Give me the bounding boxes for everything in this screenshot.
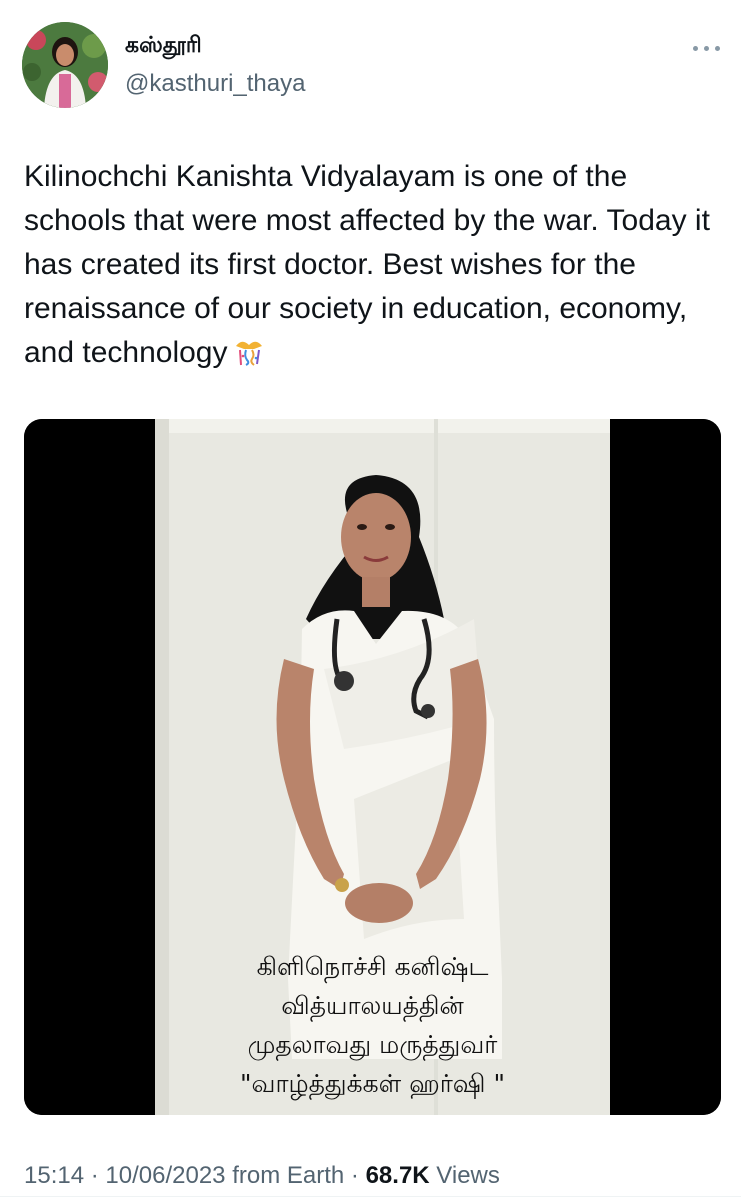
tweet-time[interactable]: 15:14 [24, 1162, 84, 1189]
tweet-text-content: Kilinochchi Kanishta Vidyalayam is one o… [24, 160, 710, 369]
caption-line: "வாழ்த்துக்கள் ஹர்ஷி " [240, 1069, 505, 1098]
views-count[interactable]: 68.7K [366, 1162, 430, 1189]
display-name[interactable]: கஸ்தூரி [125, 33, 202, 61]
views-label: Views [436, 1162, 500, 1189]
image-caption: கிளிநொச்சி கனிஷ்ட வித்யாலயத்தின் முதலாவத… [24, 947, 721, 1103]
more-options-button[interactable] [686, 36, 726, 60]
meta-separator: · [350, 1162, 359, 1189]
confetti-emoji-icon [232, 335, 266, 379]
avatar[interactable] [22, 22, 108, 108]
tweet-meta: 15:14 · 10/06/2023 from Earth · 68.7K Vi… [24, 1162, 500, 1190]
tweet-image[interactable]: கிளிநொச்சி கனிஷ்ட வித்யாலயத்தின் முதலாவத… [24, 419, 721, 1115]
meta-separator: · [90, 1162, 99, 1189]
divider [0, 1196, 741, 1197]
more-dot-icon [703, 45, 709, 51]
more-dot-icon [714, 45, 720, 51]
profile-photo-icon [22, 22, 108, 108]
caption-line: கிளிநொச்சி கனிஷ்ட [256, 952, 489, 981]
tweet-source: from Earth [232, 1162, 345, 1189]
user-handle[interactable]: @kasthuri_thaya [125, 70, 305, 98]
more-dot-icon [692, 45, 698, 51]
caption-line: முதலாவது மருத்துவர் [247, 1030, 498, 1059]
caption-line: வித்யாலயத்தின் [281, 991, 464, 1020]
tweet-text: Kilinochchi Kanishta Vidyalayam is one o… [24, 155, 724, 379]
tweet-date[interactable]: 10/06/2023 [105, 1162, 225, 1189]
